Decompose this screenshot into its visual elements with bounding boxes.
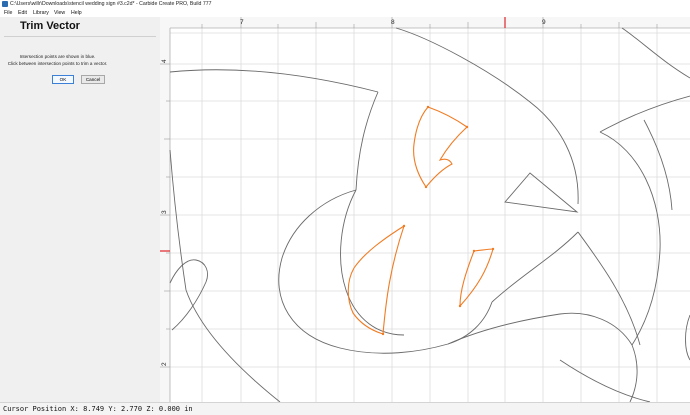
menu-edit[interactable]: Edit	[18, 10, 27, 16]
status-bar: Cursor Position X: 8.749 Y: 2.770 Z: 0.0…	[0, 402, 690, 415]
menu-view[interactable]: View	[54, 10, 65, 16]
menu-bar: File Edit Library View Help	[0, 9, 690, 17]
ruler-x-label-8: 8	[391, 19, 395, 26]
canvas-background[interactable]	[160, 17, 690, 402]
ruler-y-label-4: 4	[161, 59, 168, 63]
help-text-instructions: Click between intersection points to tri…	[0, 61, 115, 66]
help-text-intersections: Intersection points are shown in blue.	[0, 54, 115, 59]
app-icon	[2, 1, 8, 7]
ok-button[interactable]: OK	[52, 75, 74, 84]
design-canvas[interactable]: 7 8 9 4 3 2	[160, 17, 690, 402]
cursor-position-readout: Cursor Position X: 8.749 Y: 2.770 Z: 0.0…	[3, 405, 193, 413]
ruler-y-label-2: 2	[161, 362, 168, 366]
panel-title: Trim Vector	[0, 20, 100, 32]
ruler-x-label-9: 9	[542, 19, 546, 26]
title-bar: C:\Users\willr\Downloads\stencil wedding…	[0, 0, 690, 9]
window-title: C:\Users\willr\Downloads\stencil wedding…	[10, 1, 212, 7]
trim-vector-panel: Trim Vector Intersection points are show…	[0, 17, 161, 402]
ruler-y-label-3: 3	[161, 210, 168, 214]
vertical-ruler[interactable]	[160, 17, 170, 402]
cancel-button[interactable]: Cancel	[81, 75, 105, 84]
menu-library[interactable]: Library	[33, 10, 49, 16]
menu-help[interactable]: Help	[71, 10, 82, 16]
menu-file[interactable]: File	[4, 10, 12, 16]
ruler-x-label-7: 7	[240, 19, 244, 26]
panel-divider	[4, 36, 156, 37]
